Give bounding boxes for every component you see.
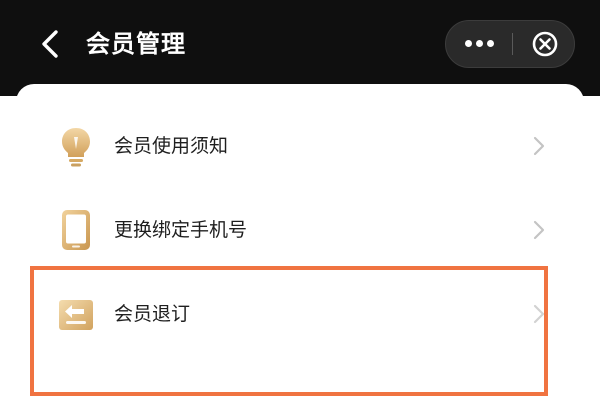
more-button[interactable] [446, 21, 510, 67]
return-icon [54, 292, 98, 336]
close-circle-icon [532, 31, 558, 57]
menu-item-usage-notice[interactable]: 会员使用须知 [16, 106, 584, 186]
capsule-menu [445, 20, 575, 68]
menu-item-label: 会员退订 [114, 303, 191, 325]
menu-item-label: 更换绑定手机号 [114, 219, 248, 241]
phone-icon [54, 208, 98, 252]
menu-item-label: 会员使用须知 [114, 135, 229, 157]
capsule-divider [512, 33, 513, 55]
chevron-right-icon [530, 300, 548, 328]
chevron-right-icon [530, 216, 548, 244]
menu-item-unsubscribe[interactable]: 会员退订 [16, 274, 584, 354]
nav-bar: 会员管理 [0, 0, 600, 96]
menu-item-change-phone[interactable]: 更换绑定手机号 [16, 190, 584, 270]
menu-card: 会员使用须知 更换绑定手机号 会员退订 [16, 84, 584, 413]
chevron-left-icon [42, 30, 58, 58]
page-title: 会员管理 [86, 30, 186, 58]
back-button[interactable] [30, 22, 74, 66]
screen: 会员管理 会员使用须知 更换绑定手机号 会员退订 [0, 0, 600, 413]
close-button[interactable] [516, 21, 574, 67]
lightbulb-icon [54, 124, 98, 168]
chevron-right-icon [530, 132, 548, 160]
